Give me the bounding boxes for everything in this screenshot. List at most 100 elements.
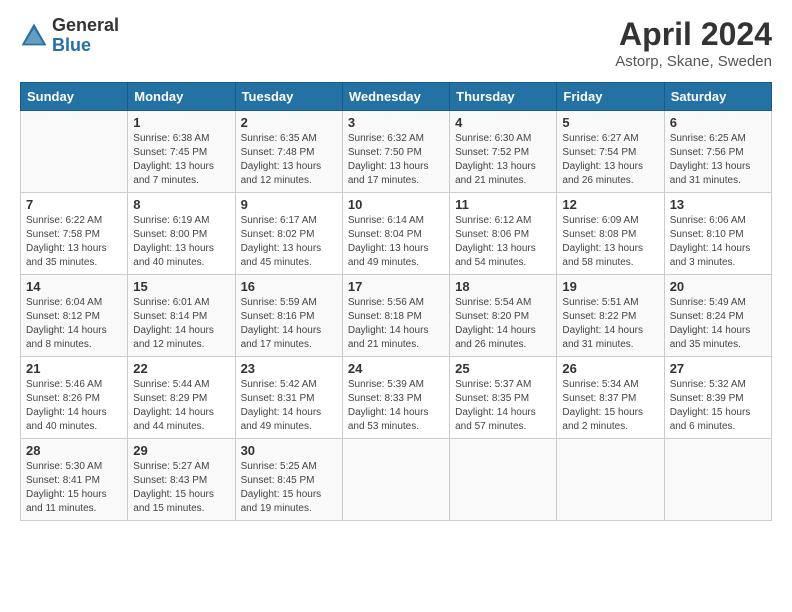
day-number: 16 [241,279,337,294]
subtitle: Astorp, Skane, Sweden [615,53,772,70]
day-number: 28 [26,443,122,458]
logo: General Blue [20,16,119,56]
day-info: Sunrise: 5:32 AMSunset: 8:39 PMDaylight:… [670,378,766,434]
day-cell: 23 Sunrise: 5:42 AMSunset: 8:31 PMDayligh… [235,357,342,439]
day-info: Sunrise: 5:51 AMSunset: 8:22 PMDaylight:… [562,296,658,352]
day-cell: 26Sunrise: 5:34 AMSunset: 8:37 PMDayligh… [557,357,664,439]
day-info: Sunrise: 6:35 AMSunset: 7:48 PMDaylight:… [241,132,337,188]
day-cell: 15 Sunrise: 6:01 AMSunset: 8:14 PMDayligh… [128,275,235,357]
day-cell: 14 Sunrise: 6:04 AMSunset: 8:12 PMDayligh… [21,275,128,357]
day-cell: 28Sunrise: 5:30 AMSunset: 8:41 PMDayligh… [21,439,128,521]
day-number: 27 [670,361,766,376]
day-number: 30 [241,443,337,458]
day-number: 10 [348,197,444,212]
logo-icon [20,22,48,50]
day-cell: 20 Sunrise: 5:49 AMSunset: 8:24 PMDayligh… [664,275,771,357]
day-cell [664,439,771,521]
day-number: 4 [455,115,551,130]
header-cell-saturday: Saturday [664,83,771,111]
day-info: Sunrise: 6:27 AMSunset: 7:54 PMDaylight:… [562,132,658,188]
day-number: 13 [670,197,766,212]
day-info: Sunrise: 5:25 AMSunset: 8:45 PMDaylight:… [241,460,337,516]
day-cell: 10 Sunrise: 6:14 AMSunset: 8:04 PMDayligh… [342,193,449,275]
day-number: 21 [26,361,122,376]
day-info: Sunrise: 5:54 AMSunset: 8:20 PMDaylight:… [455,296,551,352]
logo-general: General [52,16,119,36]
day-number: 15 [133,279,229,294]
day-number: 18 [455,279,551,294]
day-info: Sunrise: 5:56 AMSunset: 8:18 PMDaylight:… [348,296,444,352]
day-number: 12 [562,197,658,212]
day-info: Sunrise: 5:34 AMSunset: 8:37 PMDaylight:… [562,378,658,434]
day-cell: 27 Sunrise: 5:32 AMSunset: 8:39 PMDayligh… [664,357,771,439]
header-cell-thursday: Thursday [450,83,557,111]
day-cell: 4 Sunrise: 6:30 AMSunset: 7:52 PMDaylight… [450,111,557,193]
day-cell: 3 Sunrise: 6:32 AMSunset: 7:50 PMDaylight… [342,111,449,193]
day-number: 23 [241,361,337,376]
day-cell: 29 Sunrise: 5:27 AMSunset: 8:43 PMDayligh… [128,439,235,521]
day-number: 1 [133,115,229,130]
day-cell [450,439,557,521]
day-cell [557,439,664,521]
day-number: 3 [348,115,444,130]
header-cell-sunday: Sunday [21,83,128,111]
day-number: 20 [670,279,766,294]
day-cell: 7 Sunrise: 6:22 AMSunset: 7:58 PMDaylight… [21,193,128,275]
day-number: 14 [26,279,122,294]
day-info: Sunrise: 5:39 AMSunset: 8:33 PMDaylight:… [348,378,444,434]
day-info: Sunrise: 5:42 AMSunset: 8:31 PMDaylight:… [241,378,337,434]
day-cell: 22Sunrise: 5:44 AMSunset: 8:29 PMDayligh… [128,357,235,439]
day-info: Sunrise: 5:27 AMSunset: 8:43 PMDaylight:… [133,460,229,516]
day-cell: 25 Sunrise: 5:37 AMSunset: 8:35 PMDayligh… [450,357,557,439]
day-cell [21,111,128,193]
day-cell: 2 Sunrise: 6:35 AMSunset: 7:48 PMDaylight… [235,111,342,193]
main-title: April 2024 [615,16,772,53]
week-row-0: 1Sunrise: 6:38 AMSunset: 7:45 PMDaylight… [21,111,772,193]
day-info: Sunrise: 5:49 AMSunset: 8:24 PMDaylight:… [670,296,766,352]
header-cell-tuesday: Tuesday [235,83,342,111]
day-info: Sunrise: 6:04 AMSunset: 8:12 PMDaylight:… [26,296,122,352]
logo-text: General Blue [52,16,119,56]
week-row-2: 14 Sunrise: 6:04 AMSunset: 8:12 PMDayligh… [21,275,772,357]
day-cell: 16Sunrise: 5:59 AMSunset: 8:16 PMDayligh… [235,275,342,357]
week-row-1: 7 Sunrise: 6:22 AMSunset: 7:58 PMDaylight… [21,193,772,275]
page: General Blue April 2024 Astorp, Skane, S… [0,0,792,612]
header-cell-wednesday: Wednesday [342,83,449,111]
day-info: Sunrise: 6:32 AMSunset: 7:50 PMDaylight:… [348,132,444,188]
day-cell: 6Sunrise: 6:25 AMSunset: 7:56 PMDaylight… [664,111,771,193]
day-number: 29 [133,443,229,458]
day-cell: 18 Sunrise: 5:54 AMSunset: 8:20 PMDayligh… [450,275,557,357]
day-number: 25 [455,361,551,376]
day-info: Sunrise: 6:25 AMSunset: 7:56 PMDaylight:… [670,132,766,188]
week-row-4: 28Sunrise: 5:30 AMSunset: 8:41 PMDayligh… [21,439,772,521]
day-info: Sunrise: 6:22 AMSunset: 7:58 PMDaylight:… [26,214,122,270]
day-cell: 13Sunrise: 6:06 AMSunset: 8:10 PMDayligh… [664,193,771,275]
day-info: Sunrise: 6:14 AMSunset: 8:04 PMDaylight:… [348,214,444,270]
header-cell-monday: Monday [128,83,235,111]
header: General Blue April 2024 Astorp, Skane, S… [20,16,772,70]
day-info: Sunrise: 6:19 AMSunset: 8:00 PMDaylight:… [133,214,229,270]
day-number: 9 [241,197,337,212]
day-number: 5 [562,115,658,130]
day-cell: 9Sunrise: 6:17 AMSunset: 8:02 PMDaylight… [235,193,342,275]
day-info: Sunrise: 6:01 AMSunset: 8:14 PMDaylight:… [133,296,229,352]
calendar-header-row: SundayMondayTuesdayWednesdayThursdayFrid… [21,83,772,111]
day-number: 17 [348,279,444,294]
day-cell: 8Sunrise: 6:19 AMSunset: 8:00 PMDaylight… [128,193,235,275]
day-cell: 21 Sunrise: 5:46 AMSunset: 8:26 PMDayligh… [21,357,128,439]
logo-blue: Blue [52,36,119,56]
day-info: Sunrise: 6:30 AMSunset: 7:52 PMDaylight:… [455,132,551,188]
day-cell: 19 Sunrise: 5:51 AMSunset: 8:22 PMDayligh… [557,275,664,357]
day-number: 24 [348,361,444,376]
day-cell: 11Sunrise: 6:12 AMSunset: 8:06 PMDayligh… [450,193,557,275]
day-cell: 12Sunrise: 6:09 AMSunset: 8:08 PMDayligh… [557,193,664,275]
day-number: 7 [26,197,122,212]
day-number: 19 [562,279,658,294]
day-number: 2 [241,115,337,130]
week-row-3: 21 Sunrise: 5:46 AMSunset: 8:26 PMDayligh… [21,357,772,439]
day-info: Sunrise: 5:37 AMSunset: 8:35 PMDaylight:… [455,378,551,434]
day-info: Sunrise: 5:44 AMSunset: 8:29 PMDaylight:… [133,378,229,434]
day-cell [342,439,449,521]
day-info: Sunrise: 5:46 AMSunset: 8:26 PMDaylight:… [26,378,122,434]
day-info: Sunrise: 6:12 AMSunset: 8:06 PMDaylight:… [455,214,551,270]
